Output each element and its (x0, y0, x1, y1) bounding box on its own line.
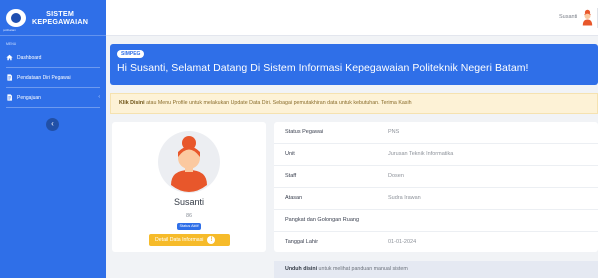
table-row: Status Pegawai PNS (274, 122, 598, 144)
row-label: Staff (285, 173, 297, 179)
logo-caption: polibatam (3, 28, 17, 32)
row-label: Tanggal Lahir (285, 239, 319, 245)
polibatam-logo-icon (6, 8, 26, 27)
document-icon (7, 94, 12, 101)
table-row: Tanggal Lahir 01-01-2024 (274, 232, 598, 254)
sidebar-item-label: Dashboard (17, 54, 42, 61)
brand-title: SISTEM KEPEGAWAIAN (32, 9, 89, 26)
sidebar-item-pendataan[interactable]: Pendataan Diri Pegawai (0, 68, 106, 87)
status-badge: Status Aktif (177, 223, 201, 230)
employee-info-table: Status Pegawai PNS Unit Jurusan Teknik I… (274, 122, 598, 252)
profile-name: Susanti (173, 197, 205, 207)
user-avatar-icon[interactable] (582, 9, 593, 26)
row-label: Pangkat dan Golongan Ruang (285, 217, 360, 223)
sidebar-item-dashboard[interactable]: Dashboard (0, 48, 106, 67)
table-row: Atasan Sudra Irawan (274, 188, 598, 210)
welcome-heading: Hi Susanti, Selamat Datang Di Sistem Inf… (117, 62, 529, 74)
profile-card: Susanti 86 Status Aktif Detail Data Info… (112, 122, 266, 252)
document-icon (7, 74, 12, 81)
chevron-left-icon: ‹ (98, 94, 100, 100)
row-value: Jurusan Teknik Informatika (388, 151, 454, 157)
row-label: Unit (285, 151, 295, 157)
row-value: 01-01-2024 (388, 239, 417, 245)
sidebar: SISTEM KEPEGAWAIAN polibatam MENU Dashbo… (0, 0, 106, 278)
user-name[interactable]: Susanti (559, 14, 577, 20)
row-value: Sudra Irawan (388, 195, 421, 201)
sidebar-item-label: Pendataan Diri Pegawai (17, 74, 71, 81)
sidebar-item-pengajuan[interactable]: Pengajuan ‹ (0, 88, 106, 107)
divider (6, 107, 100, 108)
welcome-banner: SIMPEG Hi Susanti, Selamat Datang Di Sis… (110, 44, 598, 85)
table-row: Unit Jurusan Teknik Informatika (274, 144, 598, 166)
table-row: Pangkat dan Golongan Ruang (274, 210, 598, 232)
menu-section-label: MENU (6, 42, 17, 46)
profile-id: 86 (185, 213, 193, 219)
manual-text: untuk melihat panduan manual sistem (317, 266, 408, 272)
manual-download-bar: Unduh disini untuk melihat panduan manua… (274, 261, 598, 278)
sidebar-collapse-button[interactable]: ‹ (46, 118, 59, 131)
row-label: Status Pegawai (285, 129, 324, 135)
brand-title-line2: KEPEGAWAIAN (32, 16, 89, 26)
row-value: PNS (388, 129, 400, 135)
table-row: Staff Dosen (274, 166, 598, 188)
row-value: Dosen (388, 173, 404, 179)
detail-data-label: Detail Data Informasi (155, 237, 204, 243)
notice-text: atau Menu Profile untuk melakukan Update… (144, 100, 412, 106)
notice-link[interactable]: Klik Disini (119, 100, 145, 106)
manual-download-link[interactable]: Unduh disini (285, 266, 317, 272)
info-icon: ! (207, 236, 216, 244)
topbar: Susanti (106, 0, 598, 36)
sidebar-item-label: Pengajuan (17, 94, 41, 101)
simpeg-badge: SIMPEG (117, 50, 145, 58)
update-notice: Klik Disini atau Menu Profile untuk mela… (110, 93, 598, 114)
detail-data-button[interactable]: Detail Data Informasi ! (149, 234, 230, 246)
row-label: Atasan (285, 195, 303, 201)
home-icon (6, 54, 13, 61)
profile-avatar-icon (158, 131, 220, 193)
